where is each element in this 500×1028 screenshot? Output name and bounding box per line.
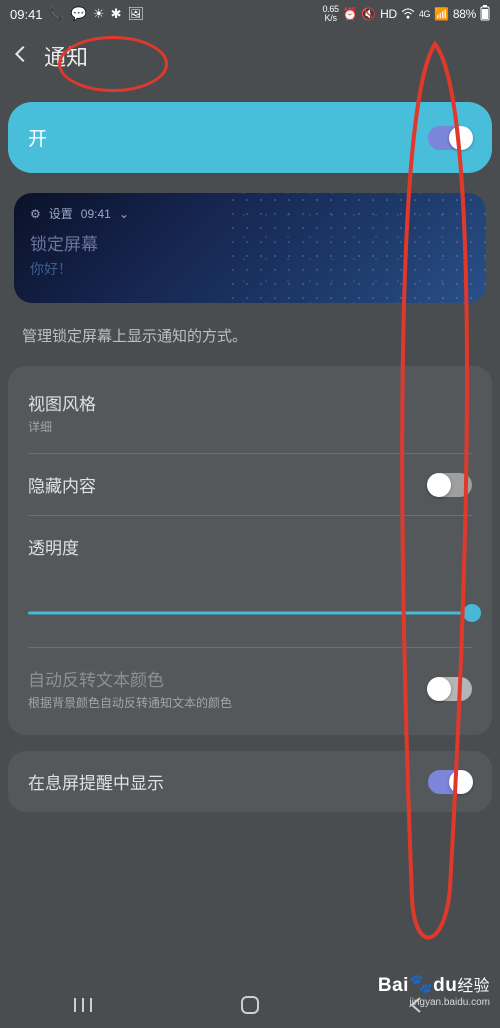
header: 通知 bbox=[0, 28, 500, 84]
watermark-url: jingyan.baidu.com bbox=[378, 997, 490, 1008]
nav-recent[interactable] bbox=[63, 985, 103, 1025]
aod-show-label: 在息屏提醒中显示 bbox=[28, 769, 164, 794]
back-icon[interactable] bbox=[10, 43, 32, 70]
master-toggle-card[interactable]: 开 bbox=[8, 102, 492, 173]
wifi-icon bbox=[401, 7, 415, 22]
network-indicator: 4G bbox=[419, 9, 430, 19]
wechat-icon: 💬 bbox=[71, 6, 87, 22]
transparency-label: 透明度 bbox=[28, 534, 79, 559]
nav-home[interactable] bbox=[230, 985, 270, 1025]
watermark: Bai🐾du经验 jingyan.baidu.com bbox=[378, 973, 490, 1008]
auto-invert-sub: 根据背景颜色自动反转通知文本的颜色 bbox=[28, 694, 232, 711]
auto-invert-label: 自动反转文本颜色 bbox=[28, 666, 232, 691]
page-title: 通知 bbox=[44, 40, 88, 72]
aod-panel: 在息屏提醒中显示 bbox=[8, 751, 492, 812]
weather-icon: ☀ bbox=[93, 6, 105, 22]
section-description: 管理锁定屏幕上显示通知的方式。 bbox=[8, 303, 492, 358]
settings-panel: 视图风格 详细 隐藏内容 透明度 自动反转文本颜色 根据背景颜色自动反转通知文本… bbox=[8, 366, 492, 735]
hide-content-label: 隐藏内容 bbox=[28, 472, 96, 497]
master-toggle[interactable] bbox=[428, 126, 472, 150]
transparency-row: 透明度 bbox=[8, 516, 492, 559]
view-style-row[interactable]: 视图风格 详细 bbox=[8, 372, 492, 453]
hd-indicator: HD bbox=[380, 7, 397, 21]
data-rate: 0.65 K/s bbox=[322, 5, 338, 23]
battery-icon bbox=[480, 5, 490, 24]
status-time: 09:41 bbox=[10, 7, 43, 22]
aod-show-row[interactable]: 在息屏提醒中显示 bbox=[8, 751, 492, 812]
aod-show-toggle[interactable] bbox=[428, 770, 472, 794]
alarm-icon: ⏰ bbox=[343, 7, 358, 21]
view-style-label: 视图风格 bbox=[28, 390, 96, 415]
preview-time: 09:41 bbox=[81, 207, 111, 221]
status-right: 0.65 K/s ⏰ 🔇 HD 4G 📶 88% bbox=[322, 5, 490, 24]
watermark-brand: Bai🐾du经验 bbox=[378, 973, 490, 997]
preview-app-name: 设置 bbox=[49, 205, 73, 222]
phone-icon: 📞 bbox=[49, 6, 65, 22]
signal-icon: 📶 bbox=[434, 7, 449, 21]
hide-content-toggle[interactable] bbox=[428, 473, 472, 497]
master-toggle-label: 开 bbox=[28, 124, 47, 151]
status-left: 09:41 📞 💬 ☀ ✱ 🖼 bbox=[10, 6, 144, 22]
auto-invert-toggle[interactable] bbox=[428, 677, 472, 701]
battery-text: 88% bbox=[453, 7, 476, 21]
status-bar: 09:41 📞 💬 ☀ ✱ 🖼 0.65 K/s ⏰ 🔇 HD 4G 📶 88% bbox=[0, 0, 500, 28]
mute-icon: 🔇 bbox=[361, 7, 376, 21]
transparency-slider[interactable] bbox=[28, 603, 472, 623]
preview-app-icon: ⚙ bbox=[30, 207, 41, 221]
auto-invert-row[interactable]: 自动反转文本颜色 根据背景颜色自动反转通知文本的颜色 bbox=[8, 648, 492, 729]
lockscreen-preview: ⚙ 设置 09:41 ⌄ 锁定屏幕 你好！ bbox=[14, 193, 486, 303]
chevron-down-icon: ⌄ bbox=[119, 207, 129, 221]
settings-status-icon: ✱ bbox=[111, 6, 122, 22]
image-icon: 🖼 bbox=[127, 6, 144, 22]
hide-content-row[interactable]: 隐藏内容 bbox=[8, 454, 492, 515]
view-style-value: 详细 bbox=[28, 418, 96, 435]
